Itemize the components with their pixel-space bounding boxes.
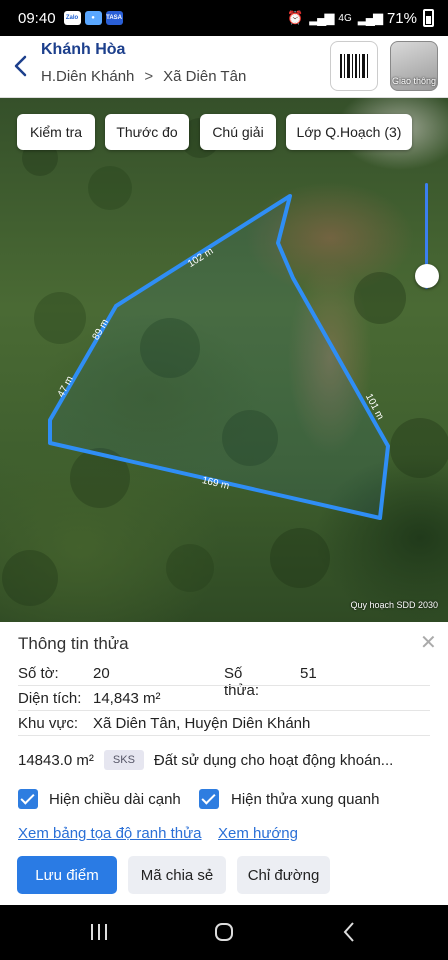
satellite-map[interactable]: 102 m 169 m 47 m 89 m 101 m Kiểm tra Thư… xyxy=(0,98,448,622)
divider xyxy=(18,735,430,736)
opacity-slider-handle[interactable] xyxy=(415,264,439,288)
status-time: 09:40 xyxy=(18,9,56,27)
sheet-label: Số tờ: xyxy=(18,665,59,682)
measure-button[interactable]: Thước đo xyxy=(105,114,189,150)
planning-layer-button[interactable]: Lớp Q.Hoạch (3) xyxy=(286,114,412,150)
zalo-icon: Zalo xyxy=(63,11,81,25)
system-nav-bar xyxy=(0,905,448,960)
province-title: Khánh Hòa xyxy=(41,41,126,58)
breadcrumb-commune[interactable]: Xã Diên Tân xyxy=(163,68,246,85)
status-bar: 09:40 Zalo ● TASA ⏰ ▂▄▆ 4G ▂▄▆ 71% xyxy=(0,0,448,36)
recent-apps-icon[interactable] xyxy=(90,923,108,941)
edge-length-checkbox[interactable] xyxy=(18,789,38,809)
direction-link[interactable]: Xem hướng xyxy=(218,825,298,842)
coordinate-table-link[interactable]: Xem bảng tọa độ ranh thửa xyxy=(18,825,202,842)
battery-icon xyxy=(423,9,434,27)
home-icon[interactable] xyxy=(214,922,234,942)
directions-button[interactable]: Chỉ đường xyxy=(237,856,330,894)
divider xyxy=(18,710,430,711)
land-use-text: Đất sử dụng cho hoạt động khoán... xyxy=(153,751,394,769)
save-point-button[interactable]: Lưu điểm xyxy=(17,856,117,894)
signal-icon-2: ▂▄▆ xyxy=(357,10,383,25)
breadcrumb-district[interactable]: H.Diên Khánh xyxy=(41,68,134,85)
neighbors-checkbox[interactable] xyxy=(199,789,219,809)
close-icon[interactable]: ✕ xyxy=(420,630,437,655)
region-value: Xã Diên Tân, Huyện Diên Khánh xyxy=(93,715,311,732)
parcel-label: Số thửa: xyxy=(224,665,260,699)
sheet-value: 20 xyxy=(93,665,110,682)
neighbors-label[interactable]: Hiện thửa xung quanh xyxy=(231,791,379,808)
chevron-right-icon: > xyxy=(144,68,154,85)
share-code-button[interactable]: Mã chia sẻ xyxy=(128,856,226,894)
back-nav-icon[interactable] xyxy=(342,921,356,943)
check-button[interactable]: Kiểm tra xyxy=(17,114,95,150)
alarm-icon: ⏰ xyxy=(287,10,304,25)
row-land-use: 14843.0 m² SKS Đất sử dụng cho hoạt động… xyxy=(18,750,438,770)
breadcrumb: H.Diên Khánh > Xã Diên Tân xyxy=(41,68,246,85)
app-header: Khánh Hòa H.Diên Khánh > Xã Diên Tân Gia… xyxy=(0,36,448,98)
land-code-badge: SKS xyxy=(103,750,144,770)
tasa-icon: TASA xyxy=(105,11,123,25)
map-credit: Quy hoạch SDD 2030 xyxy=(350,600,438,610)
area-exact: 14843.0 m² xyxy=(18,751,94,769)
network-type: 4G xyxy=(338,12,352,24)
parcel-overlay: 102 m 169 m 47 m 89 m 101 m xyxy=(2,118,448,606)
panel-title: Thông tin thửa xyxy=(18,634,129,653)
edge-length-label[interactable]: Hiện chiều dài cạnh xyxy=(49,791,181,808)
signal-icon: ▂▄▆ xyxy=(309,10,334,25)
barcode-icon xyxy=(340,54,368,78)
parcel-info-panel: Thông tin thửa ✕ Số tờ: 20 Số thửa: 51 D… xyxy=(0,622,448,905)
traffic-layer-button[interactable]: Giao thông xyxy=(390,41,438,91)
legend-button[interactable]: Chú giải xyxy=(200,114,276,150)
row-region: Khu vực: Xã Diên Tân, Huyện Diên Khánh xyxy=(18,715,438,732)
area-value: 14,843 m² xyxy=(93,690,161,707)
region-label: Khu vực: xyxy=(18,715,79,732)
row-area: Diện tích: 14,843 m² xyxy=(18,690,161,707)
traffic-label: Giao thông xyxy=(391,76,437,86)
parcel-value: 51 xyxy=(300,665,317,682)
back-arrow-icon[interactable] xyxy=(10,52,32,80)
battery-percent: 71% xyxy=(386,9,417,27)
barcode-scan-button[interactable] xyxy=(330,41,378,91)
row-sheet-parcel: Số tờ: 20 Số thửa: 51 xyxy=(18,665,317,699)
messenger-icon: ● xyxy=(84,11,102,25)
area-label: Diện tích: xyxy=(18,690,82,707)
divider xyxy=(18,685,430,686)
